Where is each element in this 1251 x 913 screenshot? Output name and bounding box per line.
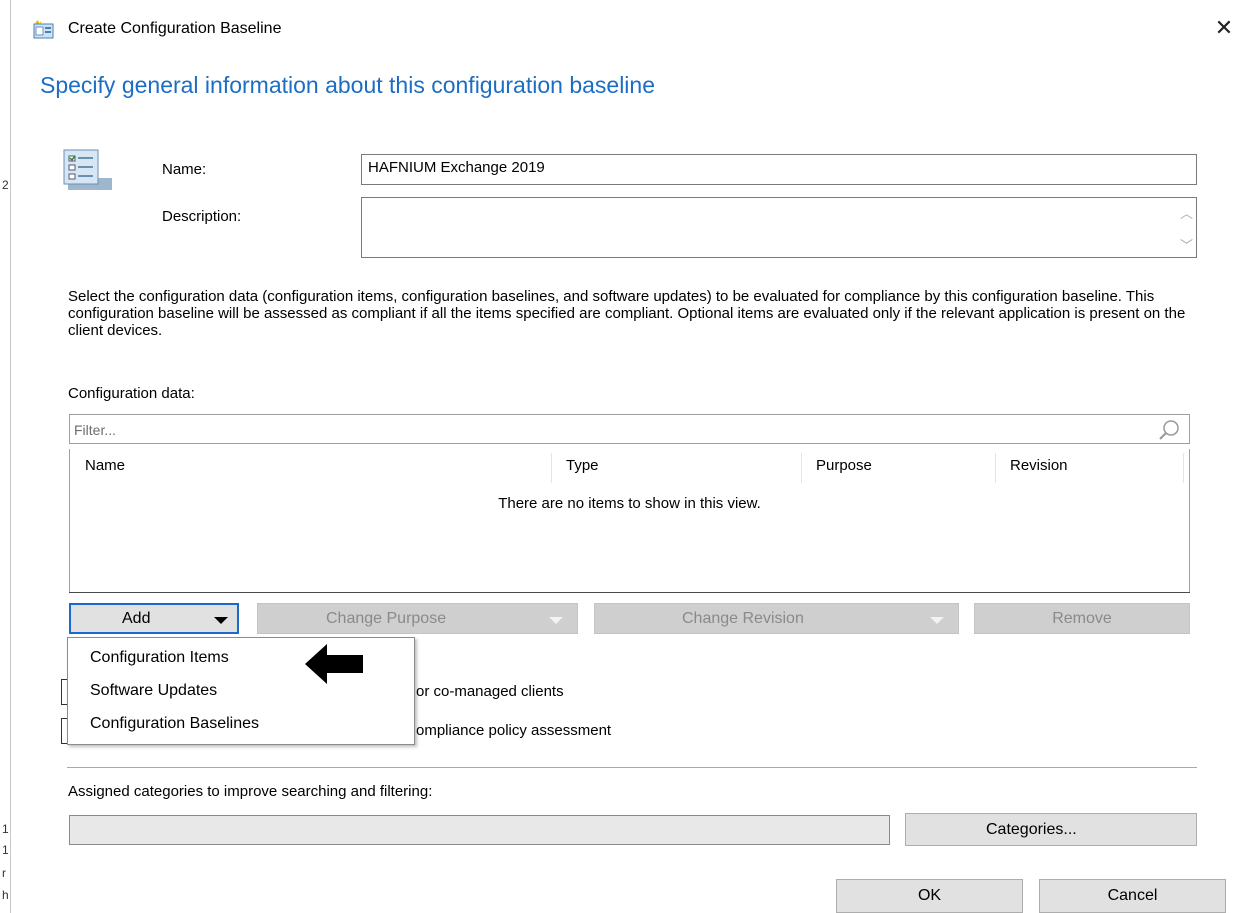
filter-placeholder: Filter...: [74, 422, 117, 438]
ok-button[interactable]: OK: [836, 879, 1023, 913]
column-divider[interactable]: [801, 453, 802, 483]
column-header-purpose[interactable]: Purpose: [816, 457, 872, 474]
column-header-type[interactable]: Type: [566, 457, 599, 474]
empty-list-message: There are no items to show in this view.: [498, 495, 761, 512]
configuration-data-list[interactable]: Name Type Purpose Revision There are no …: [69, 449, 1190, 593]
cancel-button[interactable]: Cancel: [1039, 879, 1226, 913]
search-icon[interactable]: [1157, 418, 1181, 442]
page-title: Specify general information about this c…: [40, 72, 655, 98]
column-header-name[interactable]: Name: [85, 457, 125, 474]
add-button-label: Add: [122, 610, 151, 627]
change-revision-label: Change Revision: [682, 610, 804, 627]
change-purpose-button[interactable]: Change Purpose: [257, 603, 578, 634]
window-app-icon: [33, 20, 54, 39]
chevron-down-icon: [930, 617, 944, 624]
description-label: Description:: [162, 208, 242, 225]
instructions-text: Select the configuration data (configura…: [68, 288, 1186, 339]
add-dropdown-button[interactable]: Add: [69, 603, 239, 634]
menu-item-software-updates[interactable]: Software Updates: [90, 682, 217, 700]
background-window-border: [10, 0, 11, 913]
change-revision-button[interactable]: Change Revision: [594, 603, 959, 634]
annotation-arrow-icon: [305, 644, 363, 684]
list-bottom-border: [69, 592, 1190, 593]
close-icon[interactable]: ✕: [1210, 14, 1238, 42]
chevron-down-icon: [214, 617, 228, 624]
scroll-up-icon[interactable]: ︿: [1180, 203, 1193, 222]
window-title: Create Configuration Baseline: [68, 20, 282, 37]
compliance-policy-checkbox-label: ompliance policy assessment: [416, 722, 612, 739]
change-purpose-label: Change Purpose: [326, 610, 447, 627]
categories-label: Assigned categories to improve searching…: [68, 783, 433, 800]
configuration-baseline-icon: [63, 149, 112, 190]
menu-item-configuration-items[interactable]: Configuration Items: [90, 649, 229, 667]
section-divider: [67, 767, 1197, 768]
column-divider[interactable]: [995, 453, 996, 483]
description-scrollbar[interactable]: ︿ ﹀: [1177, 199, 1195, 256]
co-managed-checkbox-label: or co-managed clients: [416, 683, 564, 700]
description-field[interactable]: ︿ ﹀: [361, 197, 1197, 258]
column-divider[interactable]: [1183, 453, 1184, 483]
background-glyph: 2: [2, 178, 9, 192]
background-glyph: 1: [2, 843, 9, 857]
column-header-revision[interactable]: Revision: [1010, 457, 1068, 474]
configuration-data-label: Configuration data:: [68, 385, 195, 402]
categories-button[interactable]: Categories...: [905, 813, 1197, 846]
chevron-down-icon: [549, 617, 563, 624]
background-glyph: 1: [2, 822, 9, 836]
scroll-down-icon[interactable]: ﹀: [1180, 235, 1193, 254]
categories-button-label: Categories...: [986, 821, 1077, 838]
background-glyph: r: [2, 866, 6, 880]
menu-item-configuration-baselines[interactable]: Configuration Baselines: [90, 715, 259, 733]
background-glyph: h: [2, 888, 9, 902]
name-label: Name:: [162, 161, 207, 178]
remove-button[interactable]: Remove: [974, 603, 1190, 634]
background-window-edge: 2 1 1 r h: [0, 0, 16, 913]
name-field[interactable]: HAFNIUM Exchange 2019: [361, 154, 1197, 185]
column-divider[interactable]: [551, 453, 552, 483]
filter-input[interactable]: Filter...: [69, 414, 1190, 444]
categories-field: [69, 815, 890, 845]
